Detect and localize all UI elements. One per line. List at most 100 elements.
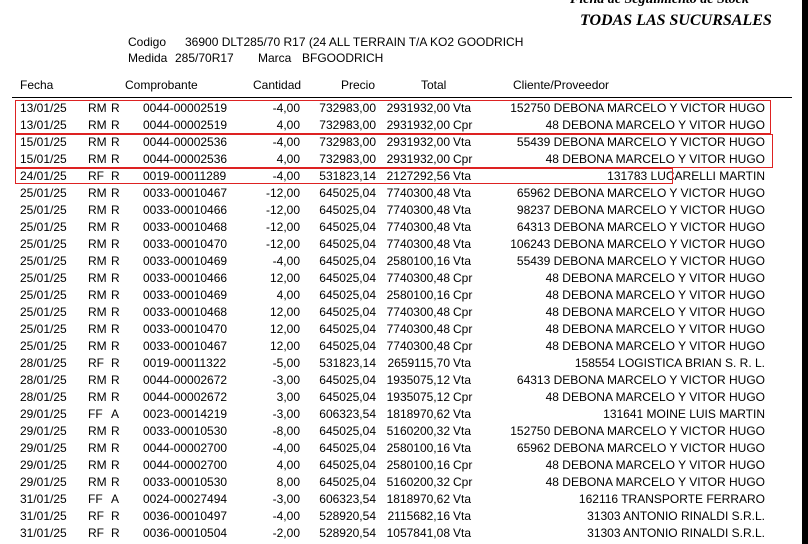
cell-cantidad: -4,00 (272, 509, 300, 523)
cell-tipo: RM (88, 237, 107, 251)
cell-tipo: RM (88, 322, 107, 336)
cell-precio: 645025,04 (319, 254, 376, 268)
cell-letra: R (111, 356, 120, 370)
cell-letra: A (111, 492, 120, 506)
cell-tipo: RF (88, 509, 104, 523)
cell-movimiento: Cpr (453, 339, 473, 353)
cell-cliente: 158554 LOGISTICA BRIAN S. R. L. (574, 356, 765, 370)
cell-precio: 645025,04 (319, 339, 376, 353)
cell-total: 7740300,48 (386, 186, 450, 200)
cell-comprobante: 0033-00010467 (143, 339, 228, 353)
cell-cliente: 31303 ANTONIO RINALDI S.R.L. (587, 509, 765, 523)
cell-fecha: 28/01/25 (20, 356, 67, 370)
table-row: 25/01/25 RM R 0033-00010468 12,00 645025,04 77… (0, 304, 800, 321)
cell-cantidad: 12,00 (269, 322, 300, 336)
cell-total: 2659115,70 (387, 356, 450, 370)
cell-letra: R (111, 220, 120, 234)
cell-total: 7740300,48 (386, 220, 450, 234)
cell-fecha: 29/01/25 (20, 441, 67, 455)
cell-letra: R (111, 271, 120, 285)
cell-letra: R (111, 305, 120, 319)
cell-movimiento: Cpr (453, 390, 473, 404)
cell-comprobante: 0033-00010468 (143, 220, 228, 234)
cell-comprobante: 0024-00027494 (143, 492, 228, 506)
cell-cliente: 131641 MOINE LUIS MARTIN (603, 407, 765, 421)
cell-total: 7740300,48 (386, 203, 450, 217)
cell-tipo: RM (88, 305, 107, 319)
cell-tipo: FF (88, 492, 103, 506)
cell-precio: 645025,04 (319, 305, 376, 319)
cell-cliente: 55439 DEBONA MARCELO Y VICTOR HUGO (516, 254, 765, 268)
cell-comprobante: 0033-00010467 (143, 186, 228, 200)
cell-movimiento: Vta (453, 441, 472, 455)
cell-precio: 528920,54 (319, 526, 376, 540)
cell-movimiento: Vta (453, 424, 472, 438)
cell-cliente: 48 DEBONA MARCELO Y VITOR HUGO (545, 475, 765, 489)
codigo-label: Codigo (128, 35, 167, 49)
cell-movimiento: Vta (453, 203, 472, 217)
table-row: 25/01/25 RM R 0033-00010467 -12,00 645025,04 7… (0, 185, 800, 202)
cell-movimiento: Vta (453, 509, 472, 523)
cell-fecha: 29/01/25 (20, 458, 67, 472)
cell-fecha: 31/01/25 (20, 526, 67, 540)
cell-tipo: RM (88, 424, 107, 438)
table-row: 31/01/25 RF R 0036-00010497 -4,00 528920,54 21… (0, 508, 800, 525)
col-header-fecha: Fecha (20, 78, 54, 92)
cell-cantidad: -12,00 (265, 186, 300, 200)
cell-precio: 645025,04 (319, 424, 376, 438)
cell-cliente: 48 DEBONA MARCELO Y VITOR HUGO (545, 305, 765, 319)
cell-cliente: 48 DEBONA MARCELO Y VITOR HUGO (545, 390, 765, 404)
cell-cliente: 64313 DEBONA MARCELO Y VICTOR HUGO (516, 373, 765, 387)
cell-comprobante: 0036-00010504 (143, 526, 228, 540)
cell-cantidad: -4,00 (272, 254, 300, 268)
cell-fecha: 25/01/25 (20, 254, 67, 268)
cell-comprobante: 0044-00002700 (143, 458, 228, 472)
cell-fecha: 25/01/25 (20, 288, 67, 302)
cell-letra: A (111, 407, 120, 421)
table-row: 29/01/25 RM R 0033-00010530 8,00 645025,04 516… (0, 474, 800, 491)
cell-cantidad: 4,00 (276, 458, 300, 472)
cell-precio: 645025,04 (319, 322, 376, 336)
cell-movimiento: Cpr (453, 458, 473, 472)
cell-precio: 531823,14 (319, 356, 376, 370)
cell-precio: 645025,04 (319, 288, 376, 302)
window-right-border (802, 0, 808, 544)
col-header-precio: Precio (341, 78, 376, 92)
highlight-box-2 (15, 134, 773, 168)
cell-precio: 528920,54 (319, 509, 376, 523)
cell-precio: 645025,04 (319, 458, 376, 472)
cell-fecha: 29/01/25 (20, 407, 67, 421)
table-row: 25/01/25 RM R 0033-00010468 -12,00 645025,04 7… (0, 219, 800, 236)
table-row: 25/01/25 RM R 0033-00010466 12,00 645025,04 77… (0, 270, 800, 287)
cell-tipo: RM (88, 186, 107, 200)
cell-cliente: 65962 DEBONA MARCELO Y VICTOR HUGO (516, 441, 765, 455)
table-row: 31/01/25 FF A 0024-00027494 -3,00 606323,54 18… (0, 491, 800, 508)
cell-movimiento: Vta (453, 356, 472, 370)
report-title: Ficha de Seguimiento de Stock (570, 0, 749, 8)
cell-total: 1057841,08 (386, 526, 450, 540)
cell-fecha: 29/01/25 (20, 424, 67, 438)
cell-tipo: RM (88, 288, 107, 302)
cell-comprobante: 0033-00010468 (143, 305, 228, 319)
cell-tipo: RM (88, 390, 107, 404)
cell-total: 7740300,48 (386, 305, 450, 319)
cell-precio: 645025,04 (319, 441, 376, 455)
cell-letra: R (111, 458, 120, 472)
cell-letra: R (111, 390, 120, 404)
cell-comprobante: 0044-00002672 (143, 390, 228, 404)
cell-movimiento: Vta (453, 186, 472, 200)
cell-total: 7740300,48 (386, 237, 450, 251)
col-header-comprobante: Comprobante (125, 78, 198, 92)
cell-fecha: 25/01/25 (20, 203, 67, 217)
table-row: 25/01/25 RM R 0033-00010466 -12,00 645025,04 7… (0, 202, 800, 219)
table-row: 28/01/25 RM R 0044-00002672 -3,00 645025,04 19… (0, 372, 800, 389)
marca-label: Marca (258, 51, 292, 65)
table-row: 28/01/25 RM R 0044-00002672 3,00 645025,04 193… (0, 389, 800, 406)
cell-tipo: RM (88, 271, 107, 285)
cell-cliente: 48 DEBONA MARCELO Y VITOR HUGO (545, 271, 765, 285)
cell-fecha: 25/01/25 (20, 220, 67, 234)
cell-comprobante: 0033-00010470 (143, 322, 228, 336)
cell-letra: R (111, 424, 120, 438)
cell-precio: 645025,04 (319, 186, 376, 200)
cell-cantidad: -5,00 (272, 356, 300, 370)
